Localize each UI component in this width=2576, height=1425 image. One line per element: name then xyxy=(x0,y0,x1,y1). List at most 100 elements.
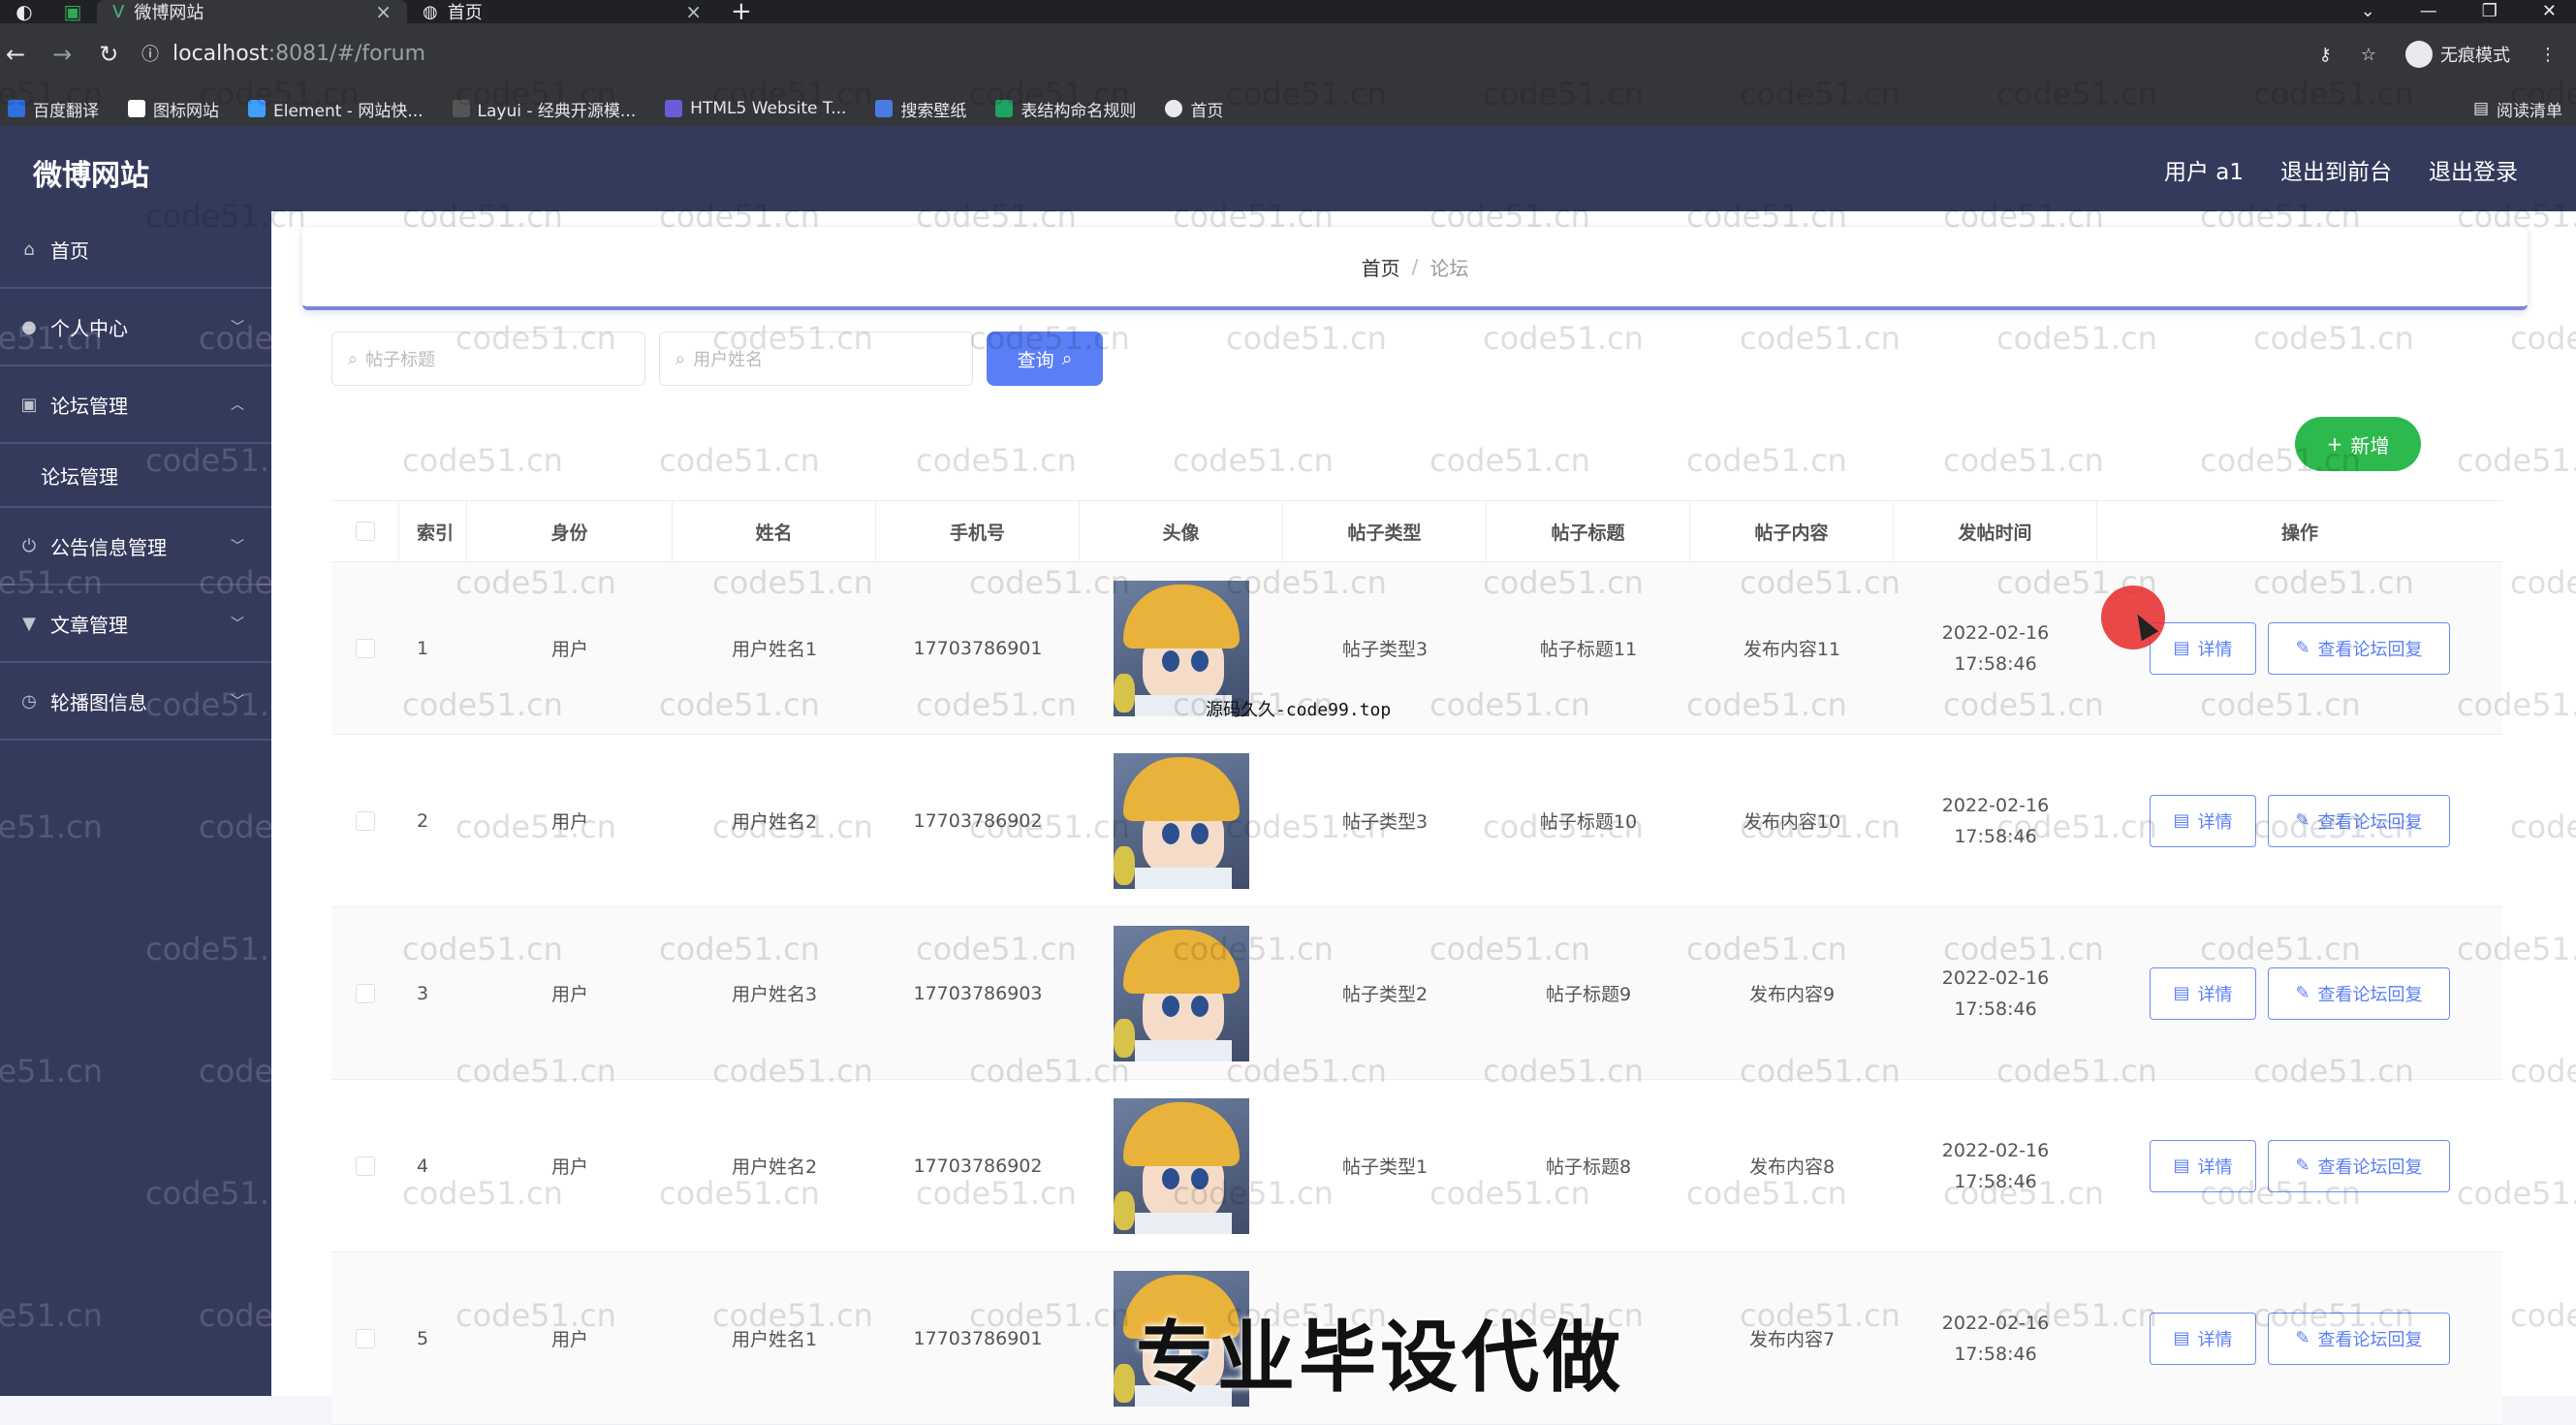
cell-name: 用户姓名2 xyxy=(731,1156,818,1178)
incognito-profile[interactable]: 无痕模式 xyxy=(2405,41,2510,68)
tab-label: 微博网站 xyxy=(134,3,204,23)
column-header: 索引 xyxy=(399,500,467,562)
new-tab-button[interactable]: + xyxy=(717,0,766,24)
sidebar-item-notice[interactable]: ⏻ 公告信息管理 ﹀ xyxy=(0,508,271,586)
reply-label: 查看论坛回复 xyxy=(2317,984,2423,1005)
bookmark-item[interactable]: Layui - 经典开源模... xyxy=(452,97,636,121)
url-host: localhost xyxy=(173,41,268,66)
row-checkbox[interactable] xyxy=(356,1156,375,1176)
view-replies-button[interactable]: ✎ 查看论坛回复 xyxy=(2268,966,2450,1020)
row-checkbox[interactable] xyxy=(356,638,375,658)
edit-icon: ✎ xyxy=(2295,983,2310,1003)
sidebar-item-label: 轮播图信息 xyxy=(50,690,147,714)
view-replies-button[interactable]: ✎ 查看论坛回复 xyxy=(2268,794,2450,847)
bookmark-item[interactable]: Element - 网站快... xyxy=(248,97,424,121)
bookmark-item[interactable]: 图标网站 xyxy=(128,97,219,121)
view-replies-button[interactable]: ✎ 查看论坛回复 xyxy=(2268,1312,2450,1365)
detail-button[interactable]: ▤ 详情 xyxy=(2150,621,2256,675)
detail-button[interactable]: ▤ 详情 xyxy=(2150,966,2256,1020)
post-time-text: 2022-02-16 17:58:46 xyxy=(1941,1312,2050,1365)
forward-icon[interactable]: → xyxy=(52,41,72,68)
query-button[interactable]: 查询 ⌕ xyxy=(987,332,1103,386)
search-icon: ⌕ xyxy=(348,348,359,369)
bookmark-item[interactable]: 表结构命名规则 xyxy=(995,97,1136,121)
add-label: 新增 xyxy=(2350,433,2390,458)
query-label: 查询 xyxy=(1017,349,1054,371)
post-title-search-input[interactable]: ⌕ 帖子标题 xyxy=(331,332,645,386)
detail-label: 详情 xyxy=(2197,984,2233,1005)
star-icon[interactable]: ☆ xyxy=(2361,45,2376,65)
flag-icon xyxy=(128,100,145,117)
sidebar-item-profile[interactable]: ● 个人中心 ﹀ xyxy=(0,289,271,366)
post-time-text: 2022-02-16 17:58:46 xyxy=(1941,1139,2050,1192)
search-icon: ⌕ xyxy=(675,348,686,369)
user-name-search-input[interactable]: ⌕ 用户姓名 xyxy=(659,332,973,386)
browser-menu-icon[interactable]: ◐ xyxy=(0,0,48,23)
row-select-cell xyxy=(331,1080,399,1252)
row-checkbox[interactable] xyxy=(356,1328,375,1348)
tab-forum[interactable]: V 微博网站 × xyxy=(97,0,407,23)
current-user: 用户 a1 xyxy=(2163,160,2244,185)
cell-name: 用户姓名1 xyxy=(731,639,818,660)
info-icon[interactable]: ⓘ xyxy=(141,41,159,66)
sidebar-item-article[interactable]: ▼ 文章管理 ﹀ xyxy=(0,586,271,663)
cell-role: 用户 xyxy=(550,1329,588,1350)
tab-home[interactable]: ◍ 首页 × xyxy=(407,0,717,23)
row-checkbox[interactable] xyxy=(356,983,375,1003)
bookmark-item[interactable]: 百度翻译 xyxy=(8,97,99,121)
sidebar-item-label: 论坛管理 xyxy=(50,394,128,418)
reading-list[interactable]: ▤ 阅读清单 xyxy=(2473,97,2576,121)
back-icon[interactable]: ← xyxy=(6,41,25,68)
sidebar-subitem-forum[interactable]: 论坛管理 xyxy=(0,444,271,508)
view-replies-button[interactable]: ✎ 查看论坛回复 xyxy=(2268,1139,2450,1192)
row-checkbox[interactable] xyxy=(356,810,375,831)
chevron-up-icon: ︿ xyxy=(231,397,244,413)
add-button[interactable]: + 新增 xyxy=(2295,417,2421,471)
back-to-front-link[interactable]: 退出到前台 xyxy=(2280,153,2392,186)
url-field[interactable]: ⓘ localhost:8081/#/forum xyxy=(141,35,2371,72)
sidebar-item-home[interactable]: ⌂ 首页 xyxy=(0,211,271,289)
detail-button[interactable]: ▤ 详情 xyxy=(2150,794,2256,847)
key-icon[interactable]: ⚷ xyxy=(2319,45,2332,65)
close-icon[interactable]: × xyxy=(375,0,392,23)
minimize-icon[interactable]: — xyxy=(2420,0,2437,23)
detail-button[interactable]: ▤ 详情 xyxy=(2150,1312,2256,1365)
bookmark-item[interactable]: 搜索壁纸 xyxy=(875,97,966,121)
bookmark-item[interactable]: 首页 xyxy=(1165,97,1223,121)
post-time-text: 2022-02-16 17:58:46 xyxy=(1941,966,2050,1020)
chevron-down-icon: ﹀ xyxy=(231,617,244,632)
bookmark-item[interactable]: HTML5 Website T... xyxy=(665,99,846,118)
tab-search-icon[interactable]: ⌄ xyxy=(2361,0,2375,23)
cell-index: 3 xyxy=(417,982,429,1004)
document-icon: ▤ xyxy=(2173,638,2190,658)
cell-post-content: 发布内容11 xyxy=(1743,639,1841,660)
cell-actions: ▤ 详情 ✎ 查看论坛回复 xyxy=(2097,1080,2502,1252)
column-header: 帖子类型 xyxy=(1283,500,1487,562)
column-header: 发帖时间 xyxy=(1894,500,2097,562)
sidebar-item-forum[interactable]: ▣ 论坛管理 ︿ xyxy=(0,366,271,444)
cell-post-content: 发布内容10 xyxy=(1743,811,1841,833)
view-replies-button[interactable]: ✎ 查看论坛回复 xyxy=(2268,621,2450,675)
pinned-tab-icon[interactable]: ▣ xyxy=(48,0,97,23)
more-icon[interactable]: ⋮ xyxy=(2539,45,2557,65)
search-bar: ⌕ 帖子标题 ⌕ 用户姓名 查询 ⌕ xyxy=(331,332,1103,386)
power-icon: ⏻ xyxy=(21,535,37,556)
select-all-checkbox[interactable] xyxy=(355,522,375,541)
close-icon[interactable]: × xyxy=(685,0,702,23)
breadcrumb-current: 论坛 xyxy=(1429,256,1469,280)
detail-button[interactable]: ▤ 详情 xyxy=(2150,1139,2256,1192)
select-all-cell xyxy=(331,500,399,562)
cell-phone: 17703786902 xyxy=(913,1155,1043,1177)
breadcrumb-home[interactable]: 首页 xyxy=(1362,253,1400,281)
close-window-icon[interactable]: ✕ xyxy=(2542,0,2557,23)
reload-icon[interactable]: ↻ xyxy=(99,41,118,68)
bookmarks-bar: 百度翻译 图标网站 Element - 网站快... Layui - 经典开源模… xyxy=(0,91,2576,126)
cell-actions: ▤ 详情 ✎ 查看论坛回复 xyxy=(2097,907,2502,1080)
restore-icon[interactable]: ❐ xyxy=(2482,0,2497,23)
incognito-icon xyxy=(2405,41,2433,68)
logout-link[interactable]: 退出登录 xyxy=(2429,153,2518,186)
cell-post-content: 发布内容8 xyxy=(1748,1156,1836,1178)
app-header: 微博网站 用户 a1 退出到前台 退出登录 xyxy=(0,126,2576,211)
cell-phone: 17703786903 xyxy=(913,982,1043,1004)
sidebar-item-carousel[interactable]: ◷ 轮播图信息 ﹀ xyxy=(0,663,271,741)
